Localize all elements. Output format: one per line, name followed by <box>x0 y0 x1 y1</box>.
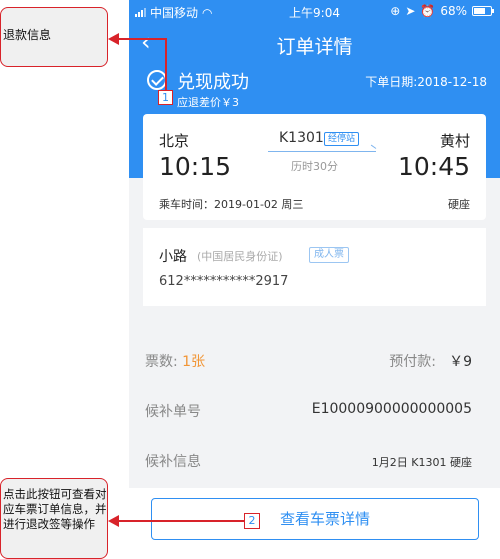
train-number: K1301 <box>279 130 324 146</box>
route-arrow-icon <box>268 151 376 152</box>
waitlist-number-label: 候补单号 <box>145 404 201 420</box>
seat-type: 硬座 <box>448 198 470 211</box>
action-bar: 查看车票详情 <box>129 488 500 559</box>
connector-line-1-vertical <box>165 38 167 90</box>
trip-card: 北京 黄村 10:15 10:45 K1301 经停站 历时30分 乘车时间：2… <box>143 114 486 220</box>
waitlist-info-row: 候补信息 1月2日 K1301 硬座 <box>129 436 500 484</box>
ticket-count-value: 1张 <box>182 354 206 370</box>
nav-bar: ‹ 订单详情 <box>129 26 500 62</box>
refund-info-callout: 退款信息 <box>0 7 108 67</box>
depart-time: 10:15 <box>159 152 232 181</box>
passenger-card: 小路 (中国居民身份证) 成人票 612***********2917 <box>143 228 486 306</box>
connector-line-1-horizontal <box>118 38 167 40</box>
battery-percent: 68% <box>440 4 467 18</box>
refund-difference: 应退差价￥3 <box>177 96 239 109</box>
ticket-count-row: 票数: 1张 预付款: ￥9 <box>129 336 500 384</box>
waitlist-info-value: 1月2日 K1301 硬座 <box>371 456 472 469</box>
check-circle-icon <box>147 70 167 90</box>
lock-rotation-icon: ⊕ <box>390 4 401 18</box>
prepay-value: ￥9 <box>449 354 472 370</box>
prepay-label: 预付款: <box>389 354 436 370</box>
connector-line-2 <box>118 520 244 522</box>
marker-1: 1 <box>158 90 173 105</box>
button-explanation-callout: 点击此按钮可查看对应车票订单信息，并进行退改签等操作 <box>0 478 108 559</box>
waitlist-number-value: E10000900000000005 <box>311 401 472 417</box>
trip-duration: 历时30分 <box>291 160 338 173</box>
location-icon: ➤ <box>405 4 416 18</box>
passenger-id-number: 612***********2917 <box>159 274 289 289</box>
ticket-count-label-text: 票数: <box>145 354 178 370</box>
ride-time: 乘车时间：2019-01-02 周三 <box>159 198 304 211</box>
arrive-time: 10:45 <box>397 152 470 181</box>
page-title: 订单详情 <box>276 36 353 58</box>
from-station: 北京 <box>159 132 190 150</box>
to-station: 黄村 <box>439 132 470 150</box>
arrow-left-icon <box>108 33 119 45</box>
alarm-icon: ⏰ <box>420 4 436 18</box>
marker-2: 2 <box>244 513 260 529</box>
waitlist-info-label: 候补信息 <box>145 454 201 470</box>
status-title: 兑现成功 <box>177 72 249 93</box>
arrow-left-icon <box>108 515 119 527</box>
ticket-count-label: 票数: 1张 <box>145 351 205 371</box>
passenger-id-type: (中国居民身份证) <box>197 250 283 263</box>
phone-screen: 中国移动 ◠ 上午9:04 ⊕ ➤ ⏰ 68% ‹ 订单详情 兑现成功 下单日期… <box>129 0 500 559</box>
battery-icon <box>472 6 494 16</box>
order-date: 下单日期:2018-12-18 <box>365 75 487 89</box>
passenger-name: 小路 <box>159 249 187 265</box>
waitlist-number-row: 候补单号 E10000900000000005 <box>129 386 500 434</box>
status-bar: 中国移动 ◠ 上午9:04 ⊕ ➤ ⏰ 68% <box>129 0 500 22</box>
view-ticket-details-button[interactable]: 查看车票详情 <box>151 498 479 540</box>
via-stations-link[interactable]: 经停站 <box>324 132 360 146</box>
status-right: ⊕ ➤ ⏰ 68% <box>390 4 494 18</box>
ticket-type-badge: 成人票 <box>309 247 349 263</box>
